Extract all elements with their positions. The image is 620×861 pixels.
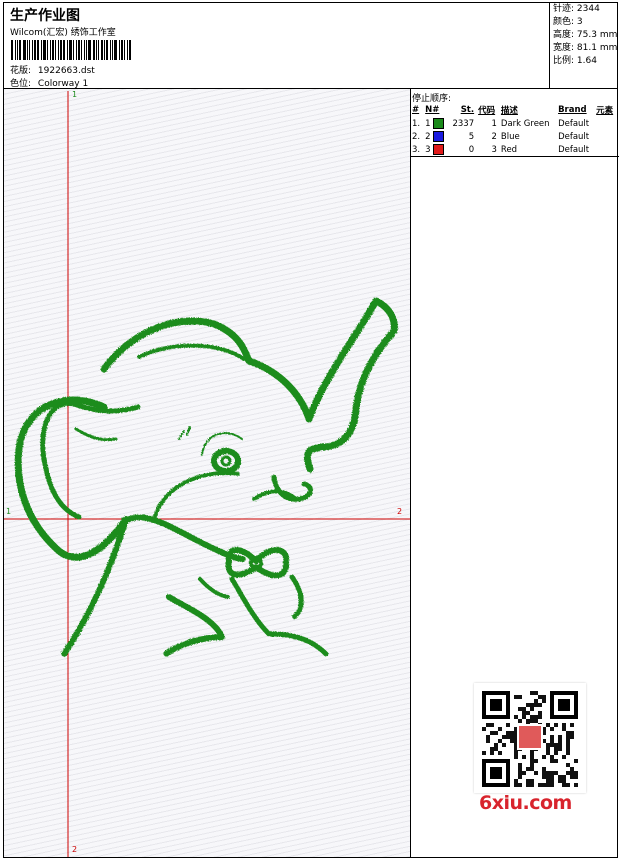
barcode-bar — [127, 40, 128, 60]
col-brand: Brand — [558, 105, 587, 115]
barcode-bar — [101, 40, 103, 60]
watermark-logo: 6xiu.com — [479, 792, 572, 814]
barcode-bar — [52, 40, 54, 60]
barcode-bar — [78, 40, 80, 60]
stat-width: 宽度: 81.1 mm — [553, 43, 618, 53]
barcode-bar — [43, 40, 46, 60]
stop-sequence-panel: 停止顺序: # N# St. 代码 描述 Brand 元素 1. 1 2337 — [410, 89, 619, 157]
barcode-bar — [55, 40, 56, 60]
barcode-bar — [96, 40, 97, 60]
sheet-title: 生产作业图 — [10, 8, 80, 24]
barcode-bar — [19, 40, 21, 60]
elephant-embroidery — [14, 297, 398, 657]
barcode-bar — [41, 40, 42, 60]
color-swatch — [433, 118, 445, 129]
barcode — [11, 40, 144, 60]
barcode-bar — [23, 40, 26, 60]
barcode-bar — [114, 40, 117, 60]
barcode-bar — [67, 40, 68, 60]
stat-height: 高度: 75.3 mm — [553, 30, 618, 40]
barcode-bar — [121, 40, 123, 60]
barcode-bar — [63, 40, 65, 60]
embroidery-drawing — [4, 91, 410, 857]
barcode-bar — [34, 40, 36, 60]
design-file-line: 花版: 1922663.dst — [10, 63, 95, 76]
barcode-bar — [84, 40, 85, 60]
color-swatch — [433, 131, 445, 142]
table-row: 1. 1 2337 1 Dark Green Default — [412, 118, 590, 129]
barcode-bar — [15, 40, 16, 60]
stop-sequence-caption: 停止顺序: — [412, 94, 452, 104]
barcode-bar — [81, 40, 82, 60]
barcode-bar — [86, 40, 87, 60]
barcode-bar — [88, 40, 91, 60]
qr-pattern — [482, 691, 578, 787]
studio-name: Wilcom(汇宏) 绣饰工作室 — [10, 28, 116, 38]
barcode-bar — [110, 40, 111, 60]
qr-code — [474, 683, 586, 793]
stat-stitches: 针迹: 2344 — [553, 4, 600, 14]
axis-label-bottom: 2 — [72, 845, 78, 854]
axis-label-top: 1 — [72, 90, 78, 99]
stop-sequence-table: # N# St. 代码 描述 Brand 元素 1. 1 2337 1 Dark… — [410, 103, 617, 156]
barcode-bar — [112, 40, 113, 60]
col-n: N# — [425, 105, 440, 115]
col-st: St. — [460, 105, 475, 115]
barcode-bar — [124, 40, 125, 60]
barcode-bar — [60, 40, 62, 60]
barcode-bar — [119, 40, 120, 60]
barcode-bar — [17, 40, 18, 60]
color-swatch — [433, 144, 445, 155]
col-element: 元素 — [596, 106, 614, 116]
barcode-bar — [129, 40, 131, 60]
barcode-bar — [76, 40, 77, 60]
barcode-bar — [73, 40, 74, 60]
production-worksheet: 生产作业图 Wilcom(汇宏) 绣饰工作室 花版: 1922663.dst 色… — [3, 2, 619, 858]
table-header-row: # N# St. 代码 描述 Brand 元素 — [410, 103, 617, 117]
barcode-bar — [98, 40, 99, 60]
design-stats-panel: 针迹: 2344 颜色: 3 高度: 75.3 mm 宽度: 81.1 mm 比… — [549, 3, 619, 89]
barcode-bar — [50, 40, 51, 60]
axis-label-left: 1 — [6, 507, 12, 516]
col-desc: 描述 — [500, 106, 518, 116]
col-hash: # — [412, 105, 420, 115]
barcode-bar — [47, 40, 48, 60]
design-file-value: 1922663.dst — [37, 66, 95, 76]
table-bottom-divider — [410, 156, 619, 157]
barcode-bar — [32, 40, 33, 60]
barcode-bar — [58, 40, 59, 60]
table-row: 3. 3 0 3 Red Default — [412, 144, 590, 155]
axis-label-right: 2 — [397, 507, 403, 516]
table-row: 2. 2 5 2 Blue Default — [412, 131, 590, 142]
bow-tie — [225, 547, 290, 579]
design-preview: 1 2 1 2 — [4, 89, 411, 857]
barcode-bar — [104, 40, 105, 60]
barcode-bar — [106, 40, 108, 60]
barcode-bar — [69, 40, 72, 60]
barcode-bar — [93, 40, 95, 60]
barcode-bar — [11, 40, 13, 60]
design-file-label: 花版: — [10, 66, 32, 76]
barcode-bar — [27, 40, 28, 60]
barcode-bar — [37, 40, 39, 60]
barcode-bar — [29, 40, 30, 60]
eye — [211, 448, 241, 474]
stat-ratio: 比例: 1.64 — [553, 56, 597, 66]
stat-colors: 颜色: 3 — [553, 17, 583, 27]
col-code: 代码 — [478, 106, 496, 116]
